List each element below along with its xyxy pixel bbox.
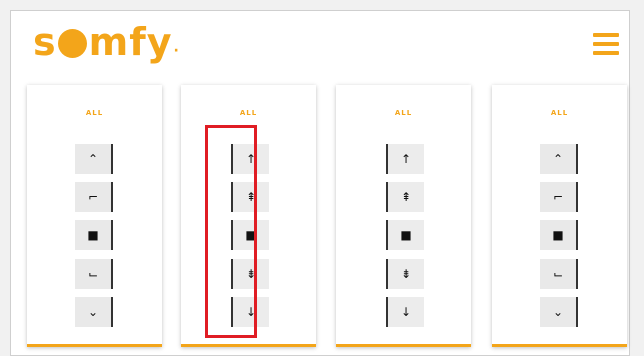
somfy-logo: s mfy· bbox=[33, 23, 180, 61]
logo-mark: · bbox=[173, 43, 180, 59]
my-position-up-button[interactable]: ⌐ bbox=[540, 182, 578, 212]
stop-button[interactable]: ■ bbox=[231, 220, 269, 250]
chevron-up-icon: ⌃ bbox=[552, 152, 564, 166]
menu-line bbox=[593, 51, 619, 55]
panel-label: ALL bbox=[239, 109, 258, 117]
stop-button[interactable]: ■ bbox=[386, 220, 424, 250]
my-position-down-icon: ⌙ bbox=[552, 267, 564, 281]
control-panel-4: ALL ⌃ ⌐ ■ ⌙ ⌄ bbox=[492, 85, 627, 347]
arrow-down-icon: ↓ bbox=[245, 305, 257, 319]
stop-icon: ■ bbox=[245, 228, 257, 242]
arrow-down-limit-icon: ⇟ bbox=[400, 267, 412, 281]
stop-icon: ■ bbox=[87, 228, 99, 242]
arrow-down-button[interactable]: ↓ bbox=[386, 297, 424, 327]
arrow-up-limit-icon: ⇞ bbox=[245, 190, 257, 204]
chevron-down-icon: ⌄ bbox=[87, 305, 99, 319]
arrow-up-limit-button[interactable]: ⇞ bbox=[231, 182, 269, 212]
arrow-up-limit-icon: ⇞ bbox=[400, 190, 412, 204]
arrow-down-limit-icon: ⇟ bbox=[245, 267, 257, 281]
arrow-down-limit-button[interactable]: ⇟ bbox=[231, 259, 269, 289]
arrow-up-icon: ↑ bbox=[245, 152, 257, 166]
my-position-down-icon: ⌙ bbox=[87, 267, 99, 281]
my-position-icon: ⌐ bbox=[87, 190, 99, 204]
logo-text-start: s bbox=[33, 20, 57, 64]
chevron-down-button[interactable]: ⌄ bbox=[540, 297, 578, 327]
logo-circle-icon bbox=[57, 29, 87, 58]
control-panel-2: ALL ↑ ⇞ ■ ⇟ ↓ bbox=[181, 85, 316, 347]
my-position-up-button[interactable]: ⌐ bbox=[75, 182, 113, 212]
panel-label: ALL bbox=[550, 109, 569, 117]
app-window: smfy· ALL ⌃ ⌐ ■ ⌙ ⌄ ALL ↑ ⇞ ■ ⇟ ↓ ALL ↑ bbox=[10, 10, 630, 356]
arrow-down-button[interactable]: ↓ bbox=[231, 297, 269, 327]
control-panels: ALL ⌃ ⌐ ■ ⌙ ⌄ ALL ↑ ⇞ ■ ⇟ ↓ ALL ↑ ⇞ ■ ⇟ … bbox=[27, 85, 627, 347]
chevron-up-button[interactable]: ⌃ bbox=[540, 144, 578, 174]
menu-line bbox=[593, 33, 619, 37]
control-panel-3: ALL ↑ ⇞ ■ ⇟ ↓ bbox=[336, 85, 471, 347]
my-position-icon: ⌐ bbox=[552, 190, 564, 204]
arrow-up-button[interactable]: ↑ bbox=[231, 144, 269, 174]
arrow-up-limit-button[interactable]: ⇞ bbox=[386, 182, 424, 212]
chevron-up-icon: ⌃ bbox=[87, 152, 99, 166]
header: s mfy· bbox=[11, 11, 629, 81]
stop-button[interactable]: ■ bbox=[75, 220, 113, 250]
menu-line bbox=[593, 42, 619, 46]
hamburger-menu-icon[interactable] bbox=[593, 33, 619, 57]
stop-icon: ■ bbox=[552, 228, 564, 242]
chevron-down-button[interactable]: ⌄ bbox=[75, 297, 113, 327]
arrow-down-icon: ↓ bbox=[400, 305, 412, 319]
arrow-up-icon: ↑ bbox=[400, 152, 412, 166]
logo-text-end: mfy bbox=[88, 20, 173, 64]
arrow-down-limit-button[interactable]: ⇟ bbox=[386, 259, 424, 289]
my-position-down-button[interactable]: ⌙ bbox=[75, 259, 113, 289]
panel-label: ALL bbox=[85, 109, 104, 117]
arrow-up-button[interactable]: ↑ bbox=[386, 144, 424, 174]
panel-label: ALL bbox=[394, 109, 413, 117]
control-panel-1: ALL ⌃ ⌐ ■ ⌙ ⌄ bbox=[27, 85, 162, 347]
stop-icon: ■ bbox=[400, 228, 412, 242]
my-position-down-button[interactable]: ⌙ bbox=[540, 259, 578, 289]
stop-button[interactable]: ■ bbox=[540, 220, 578, 250]
chevron-up-button[interactable]: ⌃ bbox=[75, 144, 113, 174]
chevron-down-icon: ⌄ bbox=[552, 305, 564, 319]
